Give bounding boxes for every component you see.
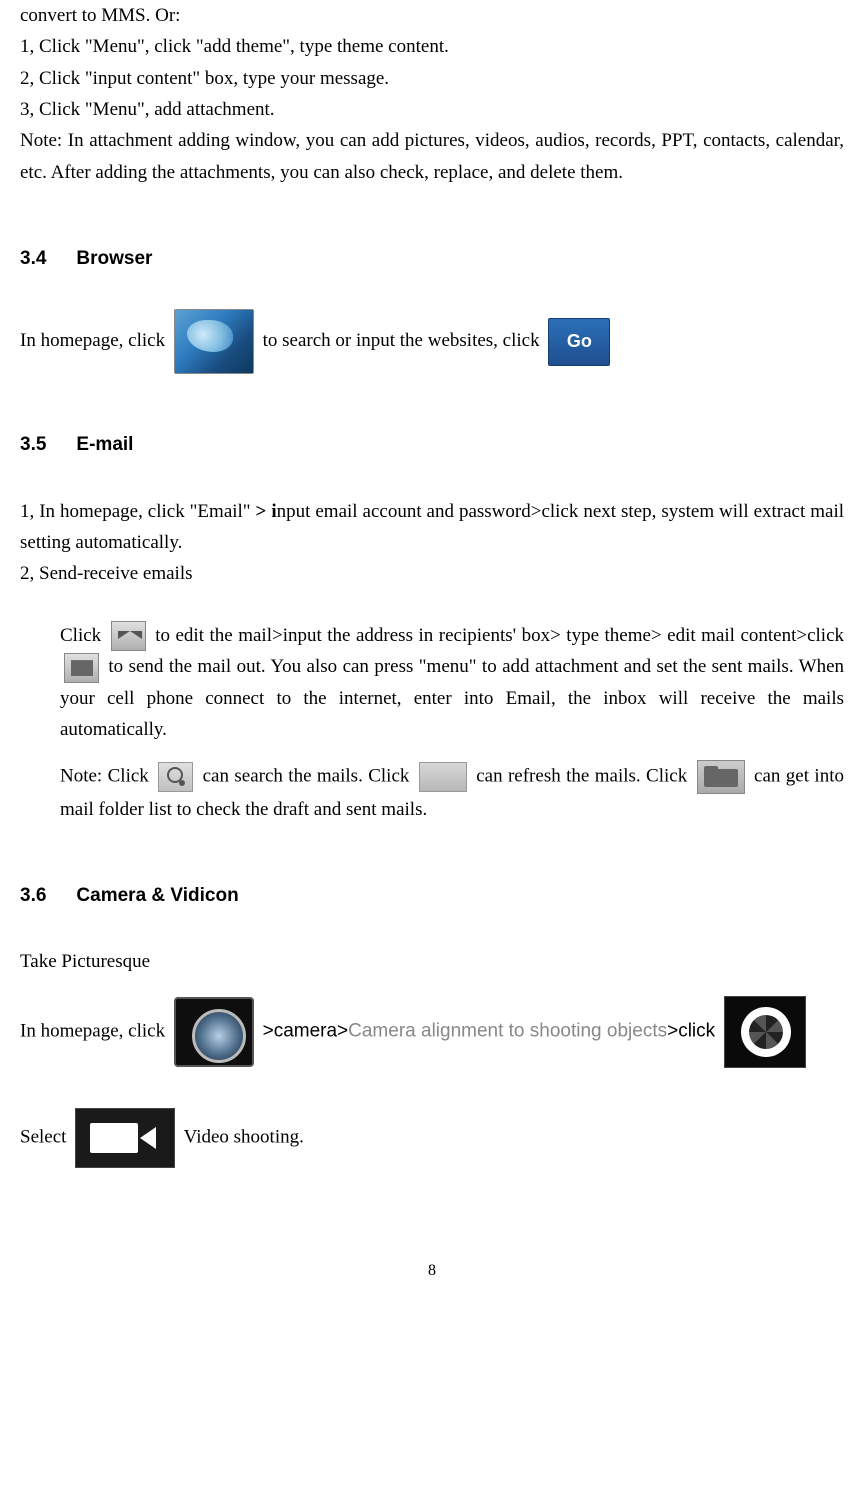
email-p2: 2, Send-receive emails: [20, 558, 844, 589]
email-p1b: > i: [256, 501, 277, 522]
intro-line-0: convert to MMS. Or:: [20, 0, 844, 31]
email-i1c: to send the mail out. You also can press…: [60, 656, 844, 740]
browser-text-a: In homepage, click: [20, 330, 170, 351]
intro-line-3: 3, Click "Menu", add attachment.: [20, 94, 844, 125]
compose-icon: [111, 621, 146, 651]
camera-icon: [174, 997, 254, 1067]
email-indent-block: Click to edit the mail>input the address…: [60, 620, 844, 825]
camera-line-2: Select Video shooting.: [20, 1108, 844, 1168]
email-i2b: can search the mails. Click: [203, 765, 415, 786]
heading-browser: 3.4 Browser: [20, 243, 844, 274]
email-p1: 1, In homepage, click "Email" > input em…: [20, 496, 844, 559]
email-i2c: can refresh the mails. Click: [476, 765, 692, 786]
send-icon: [64, 653, 99, 683]
shutter-icon: [724, 996, 806, 1068]
heading-num: 3.4: [20, 248, 46, 269]
camera-p1: Take Picturesque: [20, 946, 844, 977]
intro-note: Note: In attachment adding window, you c…: [20, 125, 844, 188]
camera-l2b: Video shooting.: [184, 1126, 304, 1147]
folder-icon: [697, 760, 745, 794]
heading-camera: 3.6 Camera & Vidicon: [20, 880, 844, 911]
camera-ld: >click: [667, 1020, 720, 1041]
heading-title: Camera & Vidicon: [76, 885, 238, 906]
camera-lb: >camera>: [263, 1020, 349, 1041]
browser-icon: [174, 309, 254, 374]
browser-line: In homepage, click to search or input th…: [20, 309, 844, 374]
video-icon: [75, 1108, 175, 1168]
heading-title: E-mail: [76, 434, 133, 455]
intro-line-2: 2, Click "input content" box, type your …: [20, 63, 844, 94]
camera-la: In homepage, click: [20, 1020, 170, 1041]
search-icon: [158, 762, 193, 792]
heading-email: 3.5 E-mail: [20, 429, 844, 460]
email-instr-2: Note: Click can search the mails. Click …: [60, 760, 844, 825]
go-button-icon: Go: [548, 318, 610, 366]
email-p1a: 1, In homepage, click "Email": [20, 501, 256, 522]
camera-line-1: In homepage, click >camera>Camera alignm…: [20, 996, 844, 1068]
heading-num: 3.5: [20, 434, 46, 455]
camera-lc: Camera alignment to shooting objects: [348, 1020, 667, 1041]
heading-num: 3.6: [20, 885, 46, 906]
email-i1a: Click: [60, 625, 107, 646]
email-i2a: Note: Click: [60, 765, 154, 786]
heading-title: Browser: [76, 248, 152, 269]
refresh-icon: [419, 762, 467, 792]
page-number: 8: [20, 1258, 844, 1284]
email-i1b: to edit the mail>input the address in re…: [155, 625, 844, 646]
camera-l2a: Select: [20, 1126, 71, 1147]
browser-text-b: to search or input the websites, click: [263, 330, 545, 351]
intro-line-1: 1, Click "Menu", click "add theme", type…: [20, 31, 844, 62]
email-instr-1: Click to edit the mail>input the address…: [60, 620, 844, 746]
